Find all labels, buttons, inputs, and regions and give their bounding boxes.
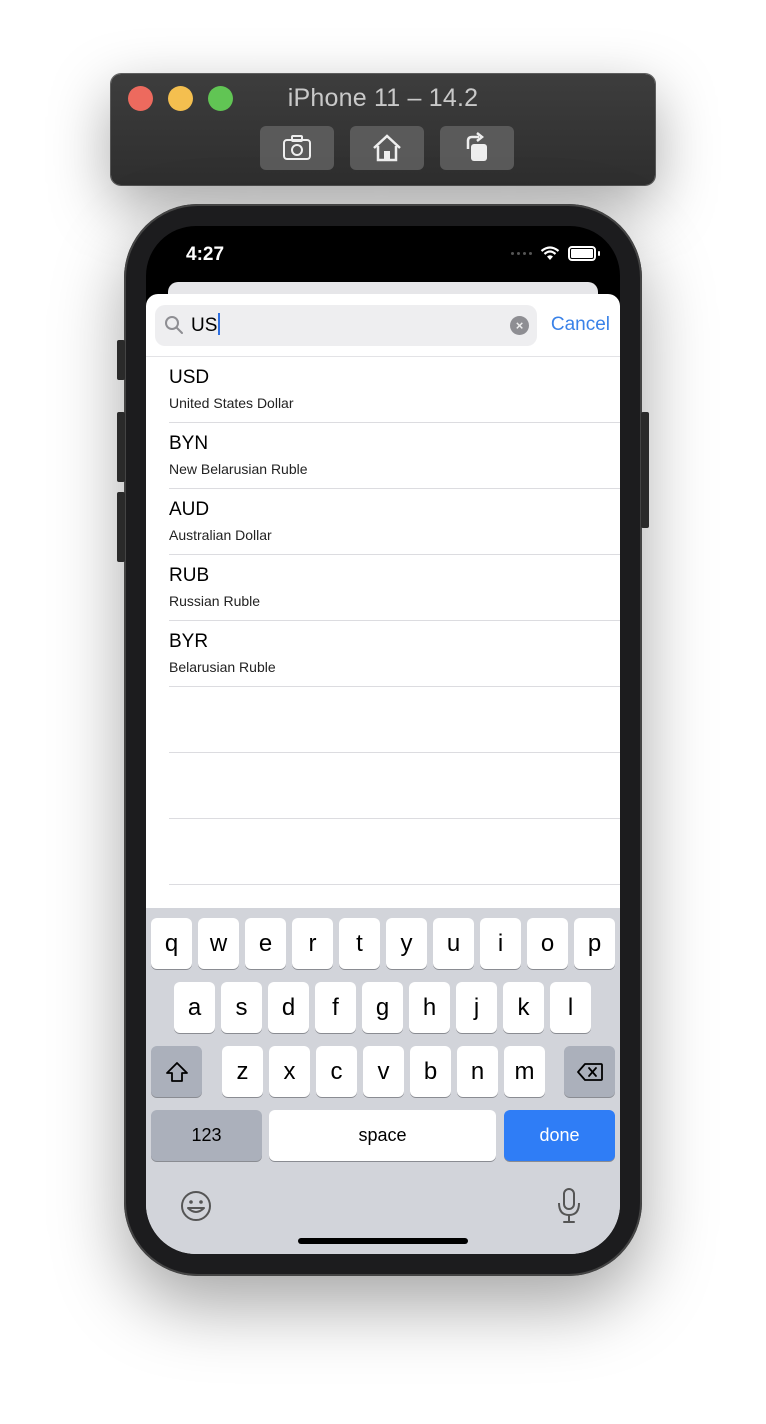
- key-z[interactable]: z: [222, 1046, 263, 1097]
- key-s[interactable]: s: [221, 982, 262, 1033]
- key-y[interactable]: y: [386, 918, 427, 969]
- battery-icon: [568, 246, 596, 261]
- currency-name: United States Dollar: [169, 395, 294, 411]
- key-b[interactable]: b: [410, 1046, 451, 1097]
- clear-text-icon[interactable]: ×: [510, 316, 529, 335]
- currency-code: BYR: [169, 631, 209, 652]
- microphone-icon[interactable]: [555, 1187, 583, 1225]
- key-f[interactable]: f: [315, 982, 356, 1033]
- key-q[interactable]: q: [151, 918, 192, 969]
- status-time: 4:27: [186, 244, 225, 265]
- rotate-button[interactable]: [440, 126, 514, 170]
- rotate-icon: [466, 132, 487, 161]
- search-icon: [165, 316, 183, 334]
- key-v[interactable]: v: [363, 1046, 404, 1097]
- key-c[interactable]: c: [316, 1046, 357, 1097]
- key-p[interactable]: p: [574, 918, 615, 969]
- numbers-key[interactable]: 123: [151, 1110, 262, 1161]
- cancel-button[interactable]: Cancel: [551, 314, 610, 336]
- notch: [250, 226, 514, 264]
- home-indicator[interactable]: [298, 1238, 468, 1244]
- signal-icon: [511, 252, 532, 255]
- currency-name: New Belarusian Ruble: [169, 461, 308, 477]
- list-item[interactable]: BYN New Belarusian Ruble: [146, 423, 620, 489]
- list-item[interactable]: RUB Russian Ruble: [146, 555, 620, 621]
- shift-icon: [165, 1061, 188, 1082]
- key-n[interactable]: n: [457, 1046, 498, 1097]
- key-l[interactable]: l: [550, 982, 591, 1033]
- key-m[interactable]: m: [504, 1046, 545, 1097]
- volume-up-button: [117, 412, 125, 482]
- currency-name: Australian Dollar: [169, 527, 272, 543]
- search-value: US: [191, 315, 218, 336]
- power-button: [641, 412, 649, 528]
- key-u[interactable]: u: [433, 918, 474, 969]
- list-item[interactable]: BYR Belarusian Ruble: [146, 621, 620, 687]
- empty-row: [146, 819, 620, 885]
- key-o[interactable]: o: [527, 918, 568, 969]
- key-g[interactable]: g: [362, 982, 403, 1033]
- key-x[interactable]: x: [269, 1046, 310, 1097]
- home-button[interactable]: [350, 126, 424, 170]
- shift-key[interactable]: [151, 1046, 202, 1097]
- empty-row: [146, 753, 620, 819]
- currency-name: Russian Ruble: [169, 593, 261, 609]
- key-i[interactable]: i: [480, 918, 521, 969]
- emoji-icon[interactable]: [179, 1189, 213, 1223]
- backspace-icon: [576, 1062, 603, 1081]
- key-j[interactable]: j: [456, 982, 497, 1033]
- results-list: USD United States Dollar BYN New Belarus…: [146, 357, 620, 885]
- currency-code: BYN: [169, 433, 209, 454]
- key-r[interactable]: r: [292, 918, 333, 969]
- volume-down-button: [117, 492, 125, 562]
- phone-screen: 4:27 US × Cancel USD United States Dolla…: [146, 226, 620, 1254]
- empty-row: [146, 687, 620, 753]
- key-a[interactable]: a: [174, 982, 215, 1033]
- screenshot-button[interactable]: [260, 126, 334, 170]
- currency-name: Belarusian Ruble: [169, 659, 276, 675]
- currency-code: USD: [169, 367, 210, 388]
- home-icon: [373, 134, 401, 162]
- wifi-icon: [540, 246, 560, 260]
- camera-icon: [283, 135, 311, 160]
- key-h[interactable]: h: [409, 982, 450, 1033]
- key-k[interactable]: k: [503, 982, 544, 1033]
- silent-switch: [117, 340, 125, 380]
- list-item[interactable]: USD United States Dollar: [146, 357, 620, 423]
- key-e[interactable]: e: [245, 918, 286, 969]
- currency-code: AUD: [169, 499, 210, 520]
- backspace-key[interactable]: [564, 1046, 615, 1097]
- currency-code: RUB: [169, 565, 210, 586]
- key-d[interactable]: d: [268, 982, 309, 1033]
- simulator-titlebar: iPhone 11 – 14.2: [111, 74, 655, 185]
- status-icons: [511, 246, 600, 261]
- text-caret: [218, 313, 221, 335]
- window-title: iPhone 11 – 14.2: [287, 84, 479, 112]
- done-key[interactable]: done: [504, 1110, 615, 1161]
- list-item[interactable]: AUD Australian Dollar: [146, 489, 620, 555]
- key-w[interactable]: w: [198, 918, 239, 969]
- search-input[interactable]: US ×: [155, 305, 537, 346]
- key-t[interactable]: t: [339, 918, 380, 969]
- on-screen-keyboard: q w e r t y u i o p a s d f g h j k l z …: [146, 908, 620, 1254]
- search-text-container: US: [191, 313, 221, 337]
- space-key[interactable]: space: [269, 1110, 496, 1161]
